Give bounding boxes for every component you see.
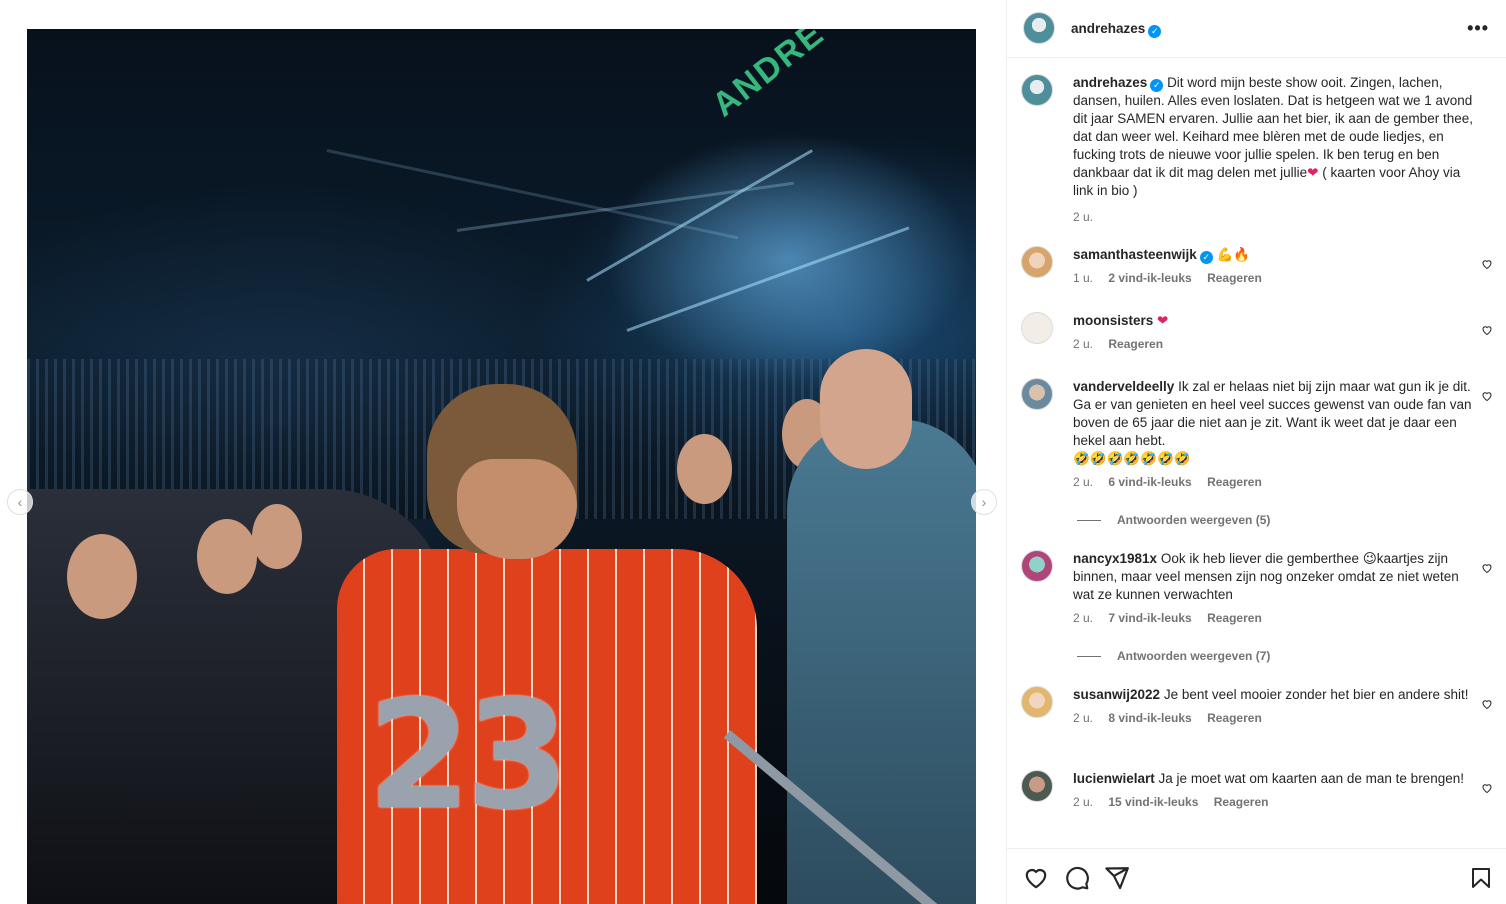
comment-time[interactable]: 2 u.	[1073, 337, 1093, 351]
verified-badge-icon: ✓	[1148, 25, 1162, 38]
author-name-row: andrehazes ✓	[1071, 20, 1162, 38]
comment-meta: 2 u. Reageren	[1073, 336, 1478, 352]
comment-text: 💪🔥	[1216, 247, 1251, 263]
fan-face	[677, 434, 732, 504]
comment-username[interactable]: nancyx1981x	[1073, 551, 1157, 566]
comment-time[interactable]: 2 u.	[1073, 711, 1093, 725]
instagram-post-view: ANDRÉ 23 ‹ › andrehazes ✓ ••• andrehazes…	[0, 0, 1506, 904]
comment-meta: 1 u. 2 vind-ik-leuks Reageren	[1073, 270, 1478, 286]
fan-face	[197, 519, 257, 594]
commenter-avatar[interactable]	[1021, 246, 1053, 278]
replies-divider	[1077, 520, 1101, 522]
reply-button[interactable]: Reageren	[1207, 611, 1262, 625]
reply-button[interactable]: Reageren	[1207, 711, 1262, 725]
comment-body: samanthasteenwijk ✓ 💪🔥 1 u. 2 vind-ik-leu…	[1073, 246, 1478, 286]
post-header: andrehazes ✓ •••	[1007, 0, 1506, 58]
commenter-avatar[interactable]	[1021, 312, 1053, 344]
comment-likes[interactable]: 15 vind-ik-leuks	[1108, 795, 1198, 809]
comment-username[interactable]: moonsisters	[1073, 313, 1153, 328]
heart-icon[interactable]	[1481, 782, 1493, 794]
share-icon[interactable]	[1104, 865, 1130, 891]
caption-body: andrehazes ✓ Dit word mijn beste show ooi…	[1073, 74, 1478, 225]
comment-username[interactable]: lucienwielart	[1073, 771, 1155, 786]
fan-bald-head	[820, 349, 912, 469]
comment-likes[interactable]: 7 vind-ik-leuks	[1108, 611, 1191, 625]
comment-text: Ja je moet wat om kaarten aan de man te …	[1158, 771, 1464, 786]
commenter-avatar[interactable]	[1021, 550, 1053, 582]
comment-time[interactable]: 2 u.	[1073, 611, 1093, 625]
comment-body: susanwij2022 Je bent veel mooier zonder …	[1073, 686, 1478, 726]
comment-emoji-line: 🤣🤣🤣🤣🤣🤣🤣	[1073, 451, 1191, 467]
view-replies-label: Antwoorden weergeven (5)	[1117, 513, 1271, 527]
comment-time[interactable]: 2 u.	[1073, 795, 1093, 809]
media-area: ANDRÉ 23 ‹ ›	[0, 0, 1006, 904]
next-image-button[interactable]: ›	[971, 489, 997, 515]
heart-icon[interactable]	[1481, 698, 1493, 710]
view-replies-button[interactable]: Antwoorden weergeven (7)	[1077, 649, 1270, 663]
comment-text: Je bent veel mooier zonder het bier en a…	[1163, 687, 1469, 702]
post-photo[interactable]: ANDRÉ 23	[27, 29, 976, 904]
comments-list[interactable]: andrehazes ✓ Dit word mijn beste show ooi…	[1007, 59, 1506, 847]
previous-image-button[interactable]: ‹	[7, 489, 33, 515]
reply-button[interactable]: Reageren	[1214, 795, 1269, 809]
caption-username[interactable]: andrehazes	[1073, 75, 1147, 90]
comment-meta: 2 u. 8 vind-ik-leuks Reageren	[1073, 710, 1478, 726]
comment-body: nancyx1981x Ook ik heb liever die gember…	[1073, 550, 1478, 626]
chevron-right-icon: ›	[981, 494, 987, 510]
comment-likes[interactable]: 8 vind-ik-leuks	[1108, 711, 1191, 725]
comment-icon[interactable]	[1064, 865, 1090, 891]
author-avatar[interactable]	[1023, 12, 1055, 44]
post-side-panel: andrehazes ✓ ••• andrehazes ✓ Dit word mij…	[1006, 0, 1506, 904]
commenter-avatar[interactable]	[1021, 770, 1053, 802]
caption-time[interactable]: 2 u.	[1073, 210, 1093, 224]
comment-meta: 2 u. 6 vind-ik-leuks Reageren	[1073, 474, 1478, 490]
comment-likes[interactable]: 6 vind-ik-leuks	[1108, 475, 1191, 489]
chevron-left-icon: ‹	[17, 494, 23, 510]
more-options-icon[interactable]: •••	[1467, 18, 1489, 39]
view-replies-button[interactable]: Antwoorden weergeven (5)	[1077, 513, 1270, 527]
verified-badge-icon: ✓	[1199, 251, 1213, 264]
view-replies-label: Antwoorden weergeven (7)	[1117, 649, 1271, 663]
commenter-avatar[interactable]	[1021, 378, 1053, 410]
comment-likes[interactable]: 2 vind-ik-leuks	[1108, 271, 1191, 285]
comment-body: moonsisters ❤ 2 u. Reageren	[1073, 312, 1478, 352]
commenter-avatar[interactable]	[1021, 686, 1053, 718]
fan-right	[787, 419, 976, 904]
light-beam	[626, 226, 910, 332]
comment-username[interactable]: samanthasteenwijk	[1073, 247, 1197, 262]
comment-time[interactable]: 1 u.	[1073, 271, 1093, 285]
verified-badge-icon: ✓	[1150, 79, 1164, 92]
author-username[interactable]: andrehazes	[1071, 21, 1145, 36]
heart-icon[interactable]	[1481, 258, 1493, 270]
light-beam	[326, 149, 739, 240]
bookmark-icon[interactable]	[1469, 865, 1493, 891]
reply-button[interactable]: Reageren	[1207, 475, 1262, 489]
fan-face	[67, 534, 137, 619]
singer-face	[457, 459, 577, 559]
reply-button[interactable]: Reageren	[1108, 337, 1163, 351]
caption-avatar[interactable]	[1021, 74, 1053, 106]
post-action-bar	[1007, 848, 1506, 904]
light-beam	[586, 149, 813, 282]
comment-text: ❤	[1157, 313, 1169, 329]
comment-body: vanderveldeelly Ik zal er helaas niet bi…	[1073, 378, 1478, 490]
fan-face	[252, 504, 302, 569]
jersey-number: 23	[367, 669, 570, 843]
comment-meta: 2 u. 7 vind-ik-leuks Reageren	[1073, 610, 1478, 626]
caption-meta: 2 u.	[1073, 209, 1478, 225]
stage-sign-text: ANDRÉ	[705, 29, 832, 125]
comment-username[interactable]: vanderveldeelly	[1073, 379, 1174, 394]
heart-icon[interactable]	[1481, 390, 1493, 402]
comment-meta: 2 u. 15 vind-ik-leuks Reageren	[1073, 794, 1478, 810]
comment-time[interactable]: 2 u.	[1073, 475, 1093, 489]
heart-icon[interactable]	[1023, 865, 1049, 891]
comment-username[interactable]: susanwij2022	[1073, 687, 1160, 702]
comment-body: lucienwielart Ja je moet wat om kaarten …	[1073, 770, 1478, 810]
red-heart-emoji: ❤	[1307, 165, 1319, 181]
heart-icon[interactable]	[1481, 562, 1493, 574]
replies-divider	[1077, 656, 1101, 658]
heart-icon[interactable]	[1481, 324, 1493, 336]
reply-button[interactable]: Reageren	[1207, 271, 1262, 285]
